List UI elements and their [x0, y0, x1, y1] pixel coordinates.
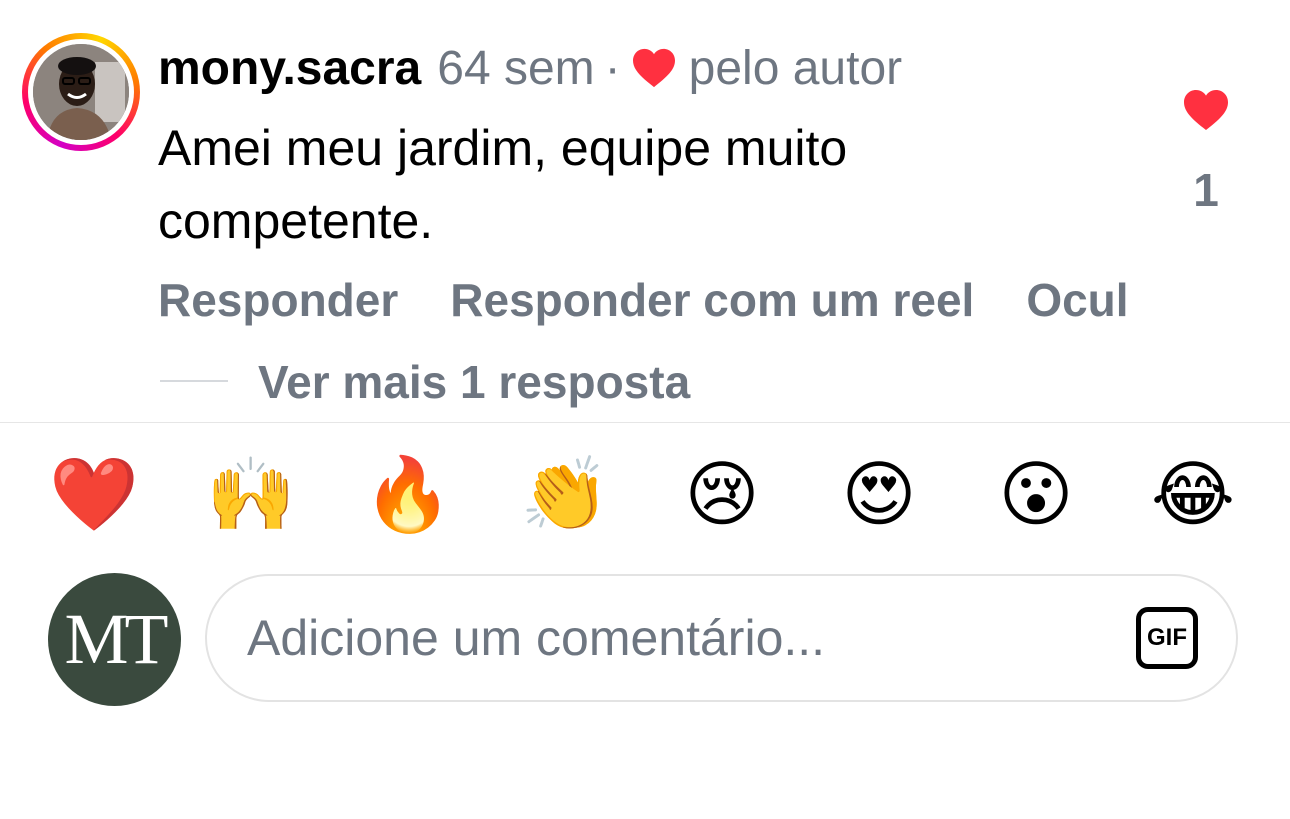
liked-by-author-label: pelo autor	[688, 41, 903, 95]
divider	[0, 422, 1290, 423]
comment-input-placeholder: Adicione um comentário...	[247, 610, 826, 666]
emoji-surprised-face[interactable]: 😮	[990, 448, 1082, 540]
emoji-heart-eyes[interactable]: 😍	[833, 448, 925, 540]
emoji-reaction-bar: ❤️ 🙌 🔥 👏 😢 😍 😮 😂	[0, 448, 1290, 540]
comment-input[interactable]: Adicione um comentário... GIF	[205, 574, 1238, 702]
comment-meta: mony.sacra 64 sem · pelo autor	[158, 38, 902, 98]
comment-actions: Responder Responder com um reel Ocul	[158, 270, 1181, 330]
reply-button[interactable]: Responder	[158, 273, 398, 327]
commenter-avatar[interactable]	[22, 33, 140, 151]
current-user-avatar[interactable]: MT	[48, 573, 181, 706]
hide-button[interactable]: Ocul	[1026, 273, 1128, 327]
gif-icon-label: GIF	[1147, 624, 1187, 651]
emoji-clapping-hands[interactable]: 👏	[519, 448, 611, 540]
commenter-photo	[33, 44, 129, 140]
like-count[interactable]: 1	[1193, 162, 1219, 218]
emoji-red-heart[interactable]: ❤️	[48, 448, 140, 540]
comment-time: 64 sem	[437, 41, 595, 95]
emoji-raising-hands[interactable]: 🙌	[205, 448, 297, 540]
emoji-crying-face[interactable]: 😢	[676, 448, 768, 540]
heart-icon	[632, 48, 675, 88]
comment-text: Amei meu jardim, equipe muito competente…	[158, 120, 848, 249]
emoji-tears-of-joy[interactable]: 😂	[1147, 448, 1239, 540]
like-heart-icon[interactable]	[1182, 88, 1230, 132]
gif-button[interactable]: GIF	[1136, 607, 1198, 669]
emoji-fire[interactable]: 🔥	[362, 448, 454, 540]
username[interactable]: mony.sacra	[158, 41, 421, 96]
view-replies-button[interactable]: Ver mais 1 resposta	[258, 352, 690, 412]
separator-dot: ·	[604, 41, 621, 95]
comment-like: 1	[1170, 88, 1242, 218]
replies-line	[160, 380, 228, 382]
reply-with-reel-button[interactable]: Responder com um reel	[450, 273, 974, 327]
